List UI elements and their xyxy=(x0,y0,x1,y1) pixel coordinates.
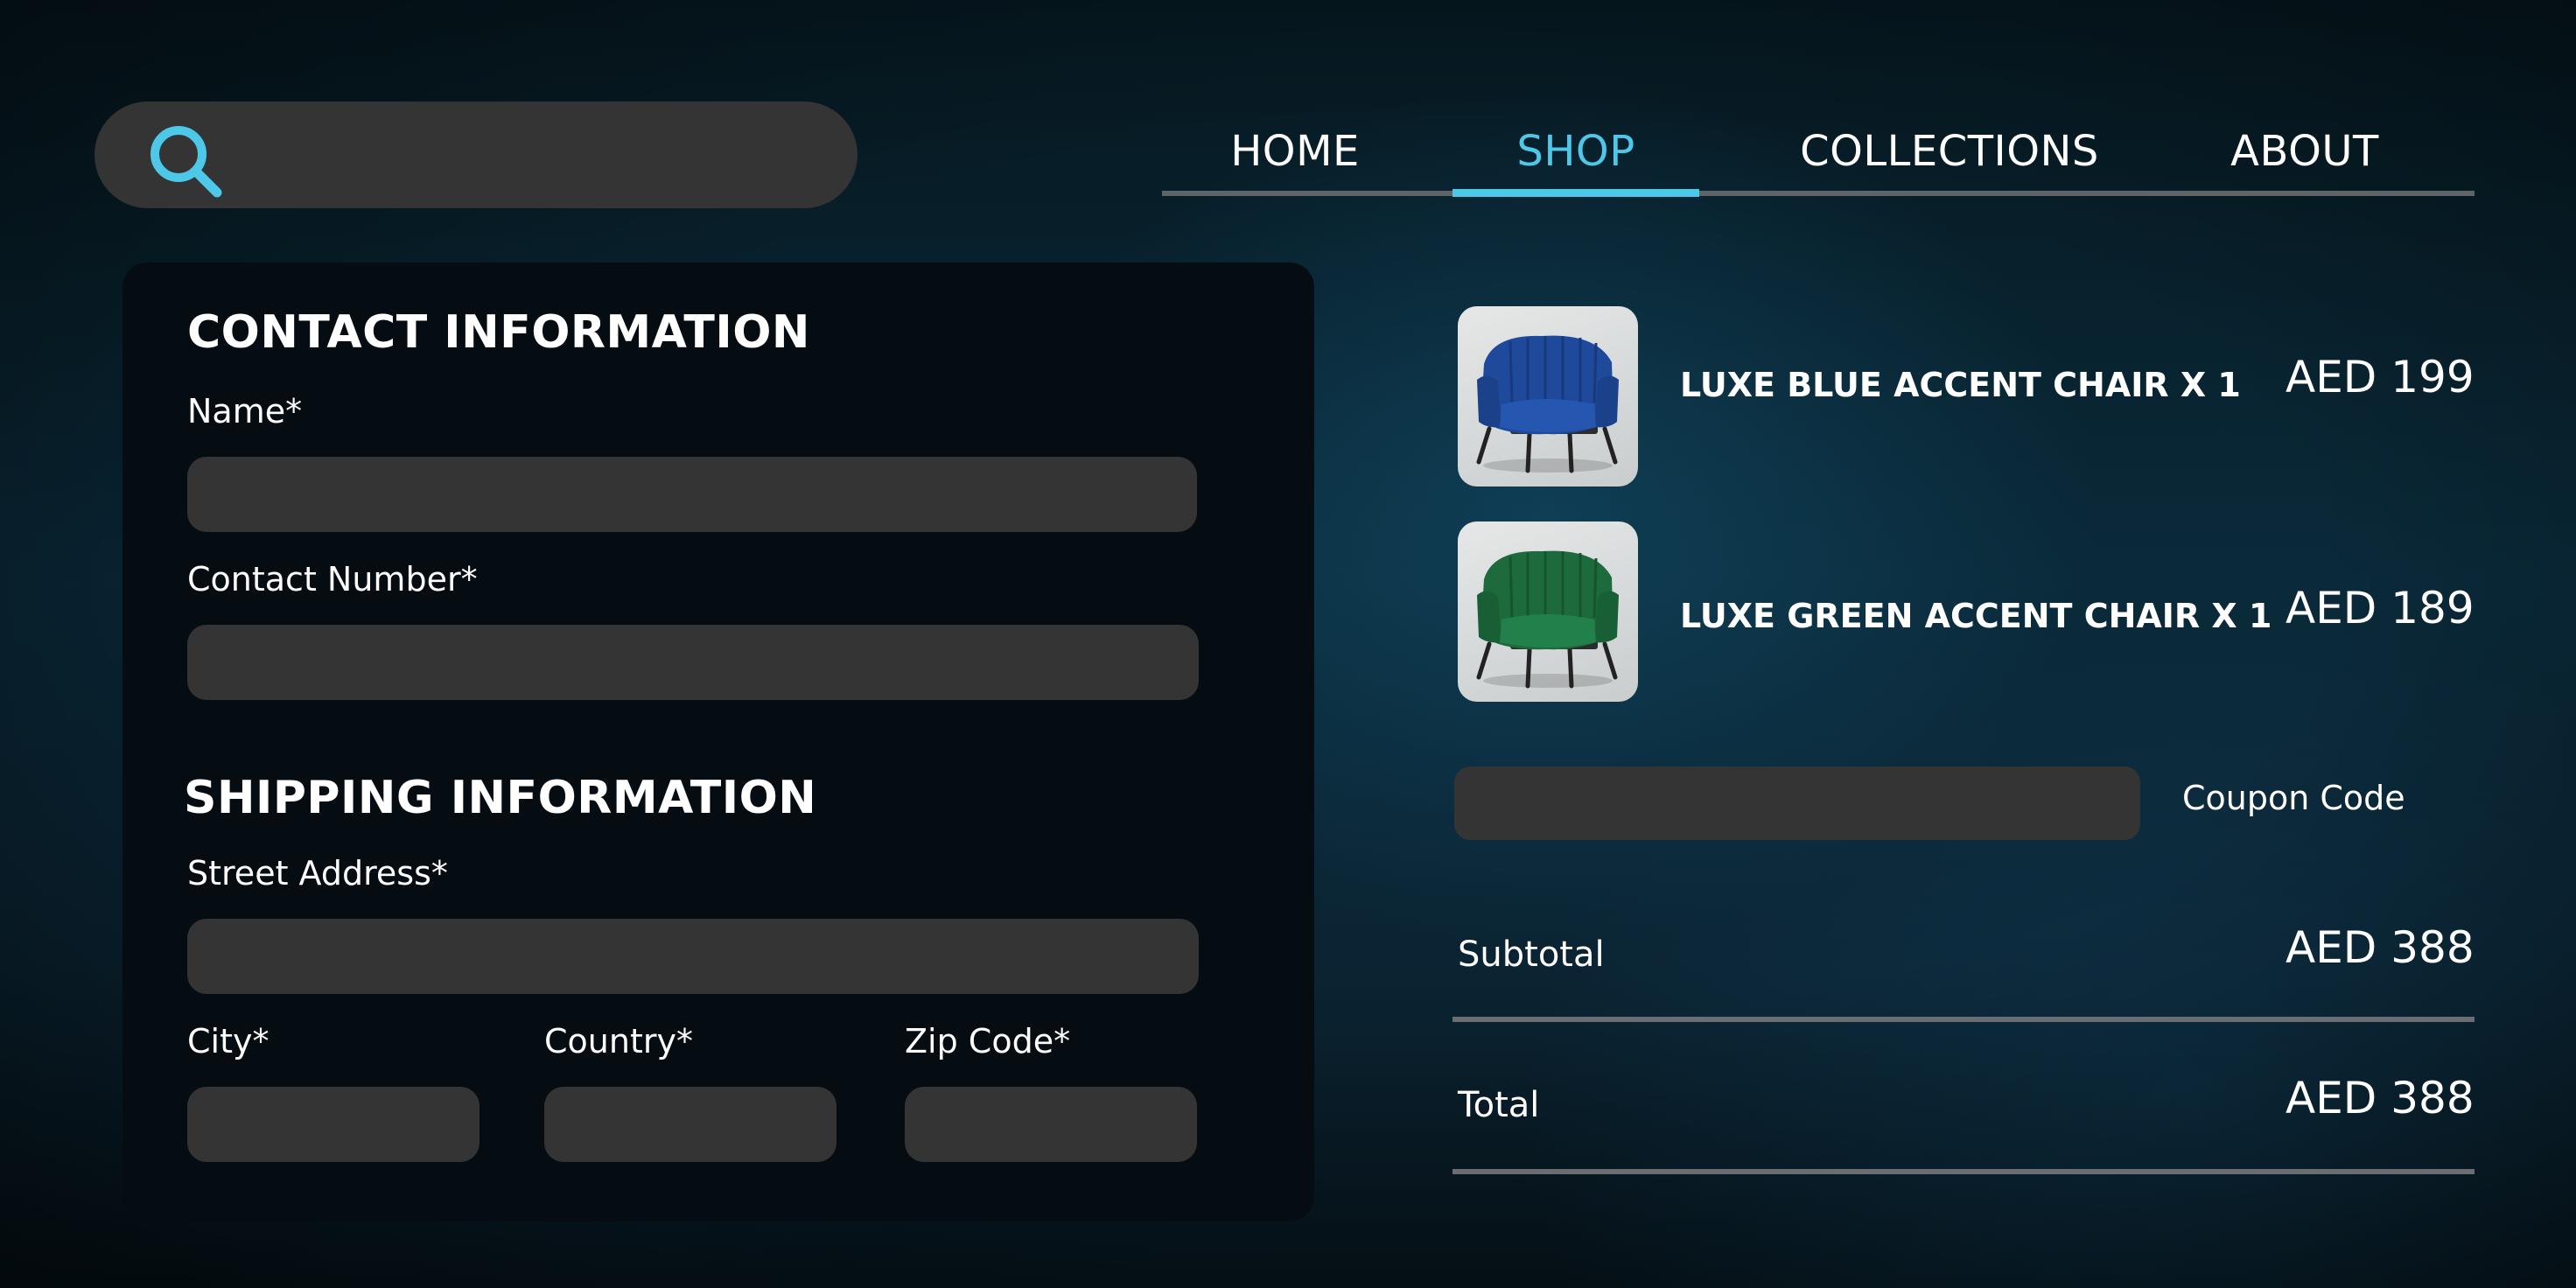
contact-number-label: Contact Number* xyxy=(187,560,478,598)
blue-chair-thumbnail[interactable] xyxy=(1458,306,1638,486)
nav-active-indicator xyxy=(1452,189,1699,197)
cart-item-name: LUXE GREEN ACCENT CHAIR X 1 xyxy=(1680,597,2272,635)
zip-code-label: Zip Code* xyxy=(905,1022,1071,1060)
street-address-label: Street Address* xyxy=(187,854,448,892)
nav-home[interactable]: HOME xyxy=(1225,122,1365,198)
checkout-form: CONTACT INFORMATION Name* Contact Number… xyxy=(122,262,1314,1222)
cart-item-name: LUXE BLUE ACCENT CHAIR X 1 xyxy=(1680,366,2241,404)
street-address-field[interactable] xyxy=(187,919,1199,994)
name-field[interactable] xyxy=(187,457,1197,532)
city-field[interactable] xyxy=(187,1087,480,1162)
blue-chair-image xyxy=(1476,335,1619,473)
cart-item-price: AED 189 xyxy=(2286,583,2474,634)
contact-number-field[interactable] xyxy=(187,625,1199,700)
total-divider xyxy=(1452,1169,2474,1174)
cart-item-price: AED 199 xyxy=(2286,352,2474,402)
subtotal-value: AED 388 xyxy=(2286,922,2474,973)
nav-collections[interactable]: COLLECTIONS xyxy=(1773,122,2126,198)
shipping-section-title: SHIPPING INFORMATION xyxy=(184,772,817,824)
search-input[interactable] xyxy=(252,119,816,192)
search-icon[interactable] xyxy=(144,119,228,203)
green-chair-thumbnail[interactable] xyxy=(1458,522,1638,702)
total-value: AED 388 xyxy=(2286,1073,2474,1124)
coupon-code-label: Coupon Code xyxy=(2182,779,2405,817)
name-label: Name* xyxy=(187,392,303,430)
contact-section-title: CONTACT INFORMATION xyxy=(187,306,810,359)
country-label: Country* xyxy=(544,1022,693,1060)
total-label: Total xyxy=(1458,1085,1540,1125)
city-label: City* xyxy=(187,1022,270,1060)
nav-shop[interactable]: SHOP xyxy=(1452,122,1699,198)
green-chair-image xyxy=(1476,550,1619,689)
search-bar[interactable] xyxy=(94,102,858,208)
nav-about[interactable]: ABOUT xyxy=(2193,122,2417,198)
summary-divider xyxy=(1452,1017,2474,1022)
country-field[interactable] xyxy=(544,1087,836,1162)
subtotal-label: Subtotal xyxy=(1458,934,1605,975)
main-nav: HOME SHOP COLLECTIONS ABOUT xyxy=(1162,122,2474,198)
zip-code-field[interactable] xyxy=(905,1087,1197,1162)
coupon-code-input[interactable] xyxy=(1454,766,2140,840)
